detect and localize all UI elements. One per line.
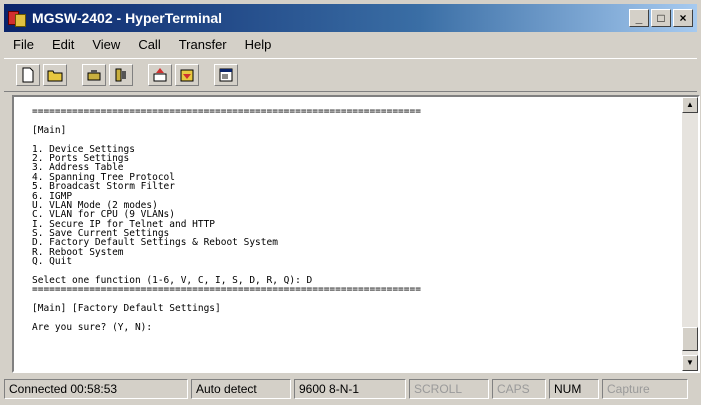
window-title: MGSW-2402 - HyperTerminal (32, 10, 223, 26)
menu-transfer[interactable]: Transfer (170, 37, 236, 52)
menu-view[interactable]: View (83, 37, 129, 52)
connect-icon (87, 70, 101, 81)
terminal-line: 2. Ports Settings (32, 152, 130, 164)
new-icon (22, 67, 34, 83)
receive-icon (180, 69, 194, 82)
terminal-line: [Main] [Factory Default Settings] (32, 303, 221, 315)
terminal-line: R. Reboot System (32, 246, 124, 258)
menu-call[interactable]: Call (129, 37, 169, 52)
terminal-frame: ========================================… (12, 95, 700, 373)
status-settings: 9600 8-N-1 (294, 379, 406, 399)
minimize-button[interactable]: _ (629, 9, 649, 27)
menu-file[interactable]: File (4, 37, 43, 52)
menu-help[interactable]: Help (236, 37, 281, 52)
terminal-line: ========================================… (32, 106, 421, 117)
maximize-button[interactable]: □ (651, 9, 671, 27)
status-connected: Connected 00:58:53 (4, 379, 188, 399)
open-button[interactable] (43, 64, 67, 86)
terminal-line: D. Factory Default Settings & Reboot Sys… (32, 237, 278, 249)
disconnect-button[interactable] (109, 64, 133, 86)
menu-bar: File Edit View Call Transfer Help (4, 32, 697, 56)
toolbar (4, 58, 697, 92)
menu-edit[interactable]: Edit (43, 37, 83, 52)
terminal-screen[interactable]: ========================================… (14, 97, 682, 371)
open-icon (47, 70, 63, 82)
receive-button[interactable] (175, 64, 199, 86)
title-bar[interactable]: MGSW-2402 - HyperTerminal _ □ × (4, 4, 697, 32)
disconnect-icon (115, 68, 126, 82)
properties-button[interactable] (214, 64, 238, 86)
hyperterminal-window: MGSW-2402 - HyperTerminal _ □ × File Edi… (0, 0, 701, 405)
terminal-line: ========================================… (32, 284, 421, 296)
status-bar: Connected 00:58:53 Auto detect 9600 8-N-… (4, 377, 697, 401)
send-button[interactable] (148, 64, 172, 86)
hyperterminal-app-icon[interactable] (8, 9, 26, 27)
close-button[interactable]: × (673, 9, 693, 27)
terminal-line: Are you sure? (Y, N): (32, 321, 153, 333)
scroll-thumb[interactable] (682, 327, 698, 351)
scroll-up-button[interactable]: ▲ (682, 97, 698, 113)
terminal-line: [Main] (32, 124, 67, 136)
status-scroll: SCROLL (409, 379, 489, 399)
status-detect: Auto detect (191, 379, 291, 399)
new-button[interactable] (16, 64, 40, 86)
send-icon (153, 68, 167, 82)
status-caps: CAPS (492, 379, 546, 399)
status-num: NUM (549, 379, 599, 399)
terminal-line: 1. Device Settings (32, 143, 135, 155)
status-capture: Capture (602, 379, 688, 399)
vertical-scrollbar[interactable]: ▲ ▼ (682, 97, 698, 371)
properties-icon (219, 68, 233, 82)
connect-button[interactable] (82, 64, 106, 86)
scroll-down-button[interactable]: ▼ (682, 355, 698, 371)
terminal-line: 5. Broadcast Storm Filter (32, 181, 175, 193)
terminal-line: Q. Quit (32, 256, 73, 268)
